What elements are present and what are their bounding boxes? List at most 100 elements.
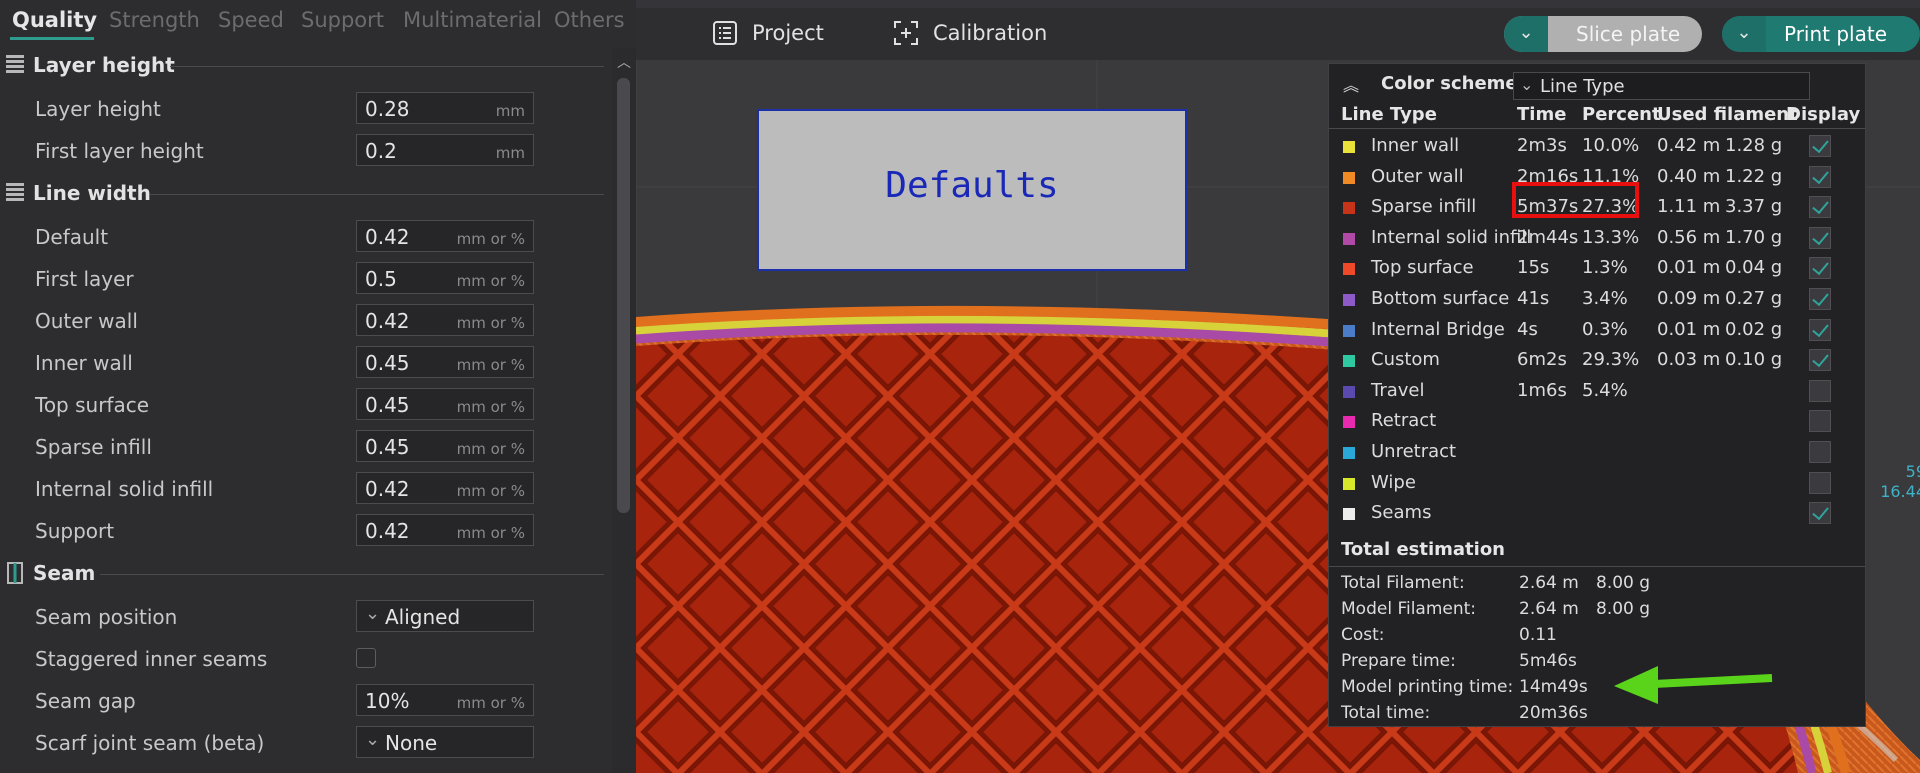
display-checkbox[interactable] xyxy=(1809,471,1831,494)
display-checkbox[interactable] xyxy=(1809,226,1831,249)
layer-number: 59 xyxy=(1905,462,1920,481)
section-title: Seam xyxy=(33,561,96,585)
tab-others[interactable]: Others xyxy=(554,8,625,32)
tab-support[interactable]: Support xyxy=(301,8,384,32)
field-value[interactable]: 0.2 xyxy=(365,139,397,163)
tab-multimaterial[interactable]: Multimaterial xyxy=(403,8,542,32)
chevron-down-icon[interactable]: ⌄ xyxy=(1722,16,1766,52)
field-value[interactable]: 0.42 xyxy=(365,309,410,333)
legend-divider xyxy=(1329,566,1865,567)
print-plate-button[interactable]: ⌄ Print plate xyxy=(1722,16,1920,52)
setting-label: Seam gap xyxy=(35,689,136,713)
setting-row-default-width: Default 0.42 mm or % xyxy=(0,218,540,252)
display-checkbox[interactable] xyxy=(1809,502,1831,525)
tab-speed[interactable]: Speed xyxy=(218,8,284,32)
display-checkbox[interactable] xyxy=(1809,196,1831,219)
section-title: Line width xyxy=(33,181,151,205)
total-value: 0.11 xyxy=(1519,625,1557,645)
setting-label: Outer wall xyxy=(35,309,138,333)
display-checkbox[interactable] xyxy=(1809,257,1831,280)
slice-plate-button[interactable]: ⌄ Slice plate xyxy=(1504,16,1702,52)
annotation-arrow-icon xyxy=(1614,666,1773,704)
legend-row: Retract xyxy=(1329,406,1865,436)
header-time: Time xyxy=(1517,104,1567,125)
display-checkbox[interactable] xyxy=(1809,349,1831,372)
sparse-infill-width-input[interactable]: 0.45 mm or % xyxy=(356,430,534,462)
field-unit: mm xyxy=(495,144,525,162)
setting-label: Inner wall xyxy=(35,351,133,375)
setting-row-outer-wall-width: Outer wall 0.42 mm or % xyxy=(0,302,540,336)
setting-label: Default xyxy=(35,225,109,249)
field-value[interactable]: 0.42 xyxy=(365,519,410,543)
field-unit: mm or % xyxy=(456,272,525,290)
seam-position-select[interactable]: ⌄ Aligned xyxy=(356,600,534,632)
active-tab-indicator xyxy=(10,37,94,40)
field-value[interactable]: 0.45 xyxy=(365,393,410,417)
color-swatch xyxy=(1343,141,1355,153)
layer-readout: 59 16.44 xyxy=(1866,462,1920,502)
cell-percent: 1.3% xyxy=(1582,257,1628,279)
select-value[interactable]: None xyxy=(385,731,437,755)
chevron-down-icon[interactable]: ⌄ xyxy=(1504,16,1548,52)
outer-wall-width-input[interactable]: 0.42 mm or % xyxy=(356,304,534,336)
cell-length: 0.42 m xyxy=(1657,135,1721,156)
field-value[interactable]: 0.5 xyxy=(365,267,397,291)
list-icon xyxy=(713,21,737,45)
display-checkbox[interactable] xyxy=(1809,410,1831,433)
cell-length: 0.56 m xyxy=(1657,226,1721,248)
collapse-icon[interactable]: ︽ xyxy=(1343,72,1363,95)
total-label: Total Filament: xyxy=(1341,573,1465,593)
section-line-width: Line width xyxy=(0,176,610,210)
section-divider xyxy=(170,66,604,67)
color-scheme-select[interactable]: ⌄ Line Type xyxy=(1513,72,1810,100)
support-width-input[interactable]: 0.42 mm or % xyxy=(356,514,534,546)
inner-wall-width-input[interactable]: 0.45 mm or % xyxy=(356,346,534,378)
first-layer-width-input[interactable]: 0.5 mm or % xyxy=(356,262,534,294)
legend-row: Unretract xyxy=(1329,437,1865,467)
project-label: Project xyxy=(752,21,824,45)
display-checkbox[interactable] xyxy=(1809,441,1831,463)
tab-strength[interactable]: Strength xyxy=(109,8,200,32)
chevron-up-icon[interactable]: ︿ xyxy=(615,52,633,71)
total-value-secondary: 8.00 g xyxy=(1596,573,1651,593)
scrollbar-thumb[interactable] xyxy=(617,78,630,513)
display-checkbox[interactable] xyxy=(1809,379,1831,402)
color-scheme-value[interactable]: Line Type xyxy=(1540,76,1625,97)
default-width-input[interactable]: 0.42 mm or % xyxy=(356,220,534,252)
field-value[interactable]: 0.45 xyxy=(365,435,410,459)
setting-row-internal-solid-infill-width: Internal solid infill 0.42 mm or % xyxy=(0,470,540,504)
color-swatch xyxy=(1343,508,1355,521)
seam-gap-input[interactable]: 10% mm or % xyxy=(356,684,534,716)
field-value[interactable]: 0.45 xyxy=(365,351,410,375)
display-checkbox[interactable] xyxy=(1809,288,1831,310)
internal-solid-infill-width-input[interactable]: 0.42 mm or % xyxy=(356,472,534,504)
calibration-button[interactable]: Calibration xyxy=(893,20,1063,48)
field-value[interactable]: 10% xyxy=(365,689,409,713)
top-surface-width-input[interactable]: 0.45 mm or % xyxy=(356,388,534,420)
display-checkbox[interactable] xyxy=(1809,165,1831,188)
scarf-joint-seam-select[interactable]: ⌄ None xyxy=(356,726,534,758)
field-value[interactable]: 0.42 xyxy=(365,477,410,501)
first-layer-height-input[interactable]: 0.2 mm xyxy=(356,134,534,166)
staggered-inner-seams-checkbox[interactable] xyxy=(356,648,376,668)
setting-row-seam-position: Seam position ⌄ Aligned xyxy=(0,598,540,632)
cell-time: 2m3s xyxy=(1517,135,1567,156)
display-checkbox[interactable] xyxy=(1809,135,1831,157)
field-value[interactable]: 0.42 xyxy=(365,225,410,249)
total-value: 2.64 m xyxy=(1519,573,1579,593)
select-value[interactable]: Aligned xyxy=(385,605,460,629)
project-button[interactable]: Project xyxy=(712,20,842,48)
legend-row: Custom 6m2s 29.3% 0.03 m 0.10 g xyxy=(1329,345,1865,375)
display-checkbox[interactable] xyxy=(1809,318,1831,341)
setting-label: Support xyxy=(35,519,115,543)
setting-row-scarf-joint-seam: Scarf joint seam (beta) ⌄ None xyxy=(0,724,540,758)
layer-height-input[interactable]: 0.28 mm xyxy=(356,92,534,124)
tab-quality[interactable]: Quality xyxy=(12,8,97,32)
section-divider xyxy=(150,194,604,195)
settings-scrollbar[interactable]: ︿ xyxy=(612,48,636,773)
setting-row-first-layer-width: First layer 0.5 mm or % xyxy=(0,260,540,294)
color-swatch xyxy=(1343,385,1355,398)
header-percent: Percent xyxy=(1582,104,1661,125)
field-value[interactable]: 0.28 xyxy=(365,97,410,121)
cell-weight: 3.37 g xyxy=(1725,196,1783,218)
